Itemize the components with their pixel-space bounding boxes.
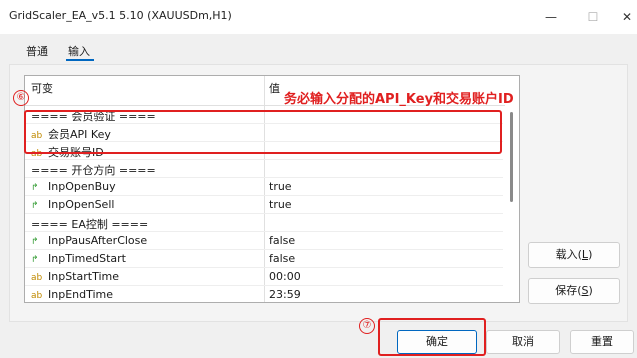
parameter-name-text: InpEndTime bbox=[48, 288, 114, 301]
load-button-label: 载入 bbox=[555, 248, 578, 261]
load-button[interactable]: 载入(L) bbox=[528, 242, 620, 268]
boolean-type-icon: ↱ bbox=[31, 183, 39, 193]
save-button-label: 保存 bbox=[555, 284, 578, 297]
parameter-value[interactable]: false bbox=[269, 252, 295, 265]
parameter-name: ↱ InpOpenBuy bbox=[31, 180, 116, 193]
parameter-name: ↱ InpOpenSell bbox=[31, 198, 114, 211]
parameter-name-text: InpStartTime bbox=[48, 270, 119, 283]
boolean-type-icon: ↱ bbox=[31, 255, 39, 265]
string-type-icon: ab bbox=[31, 291, 43, 301]
tab-common[interactable]: 普通 bbox=[26, 43, 48, 59]
cancel-button[interactable]: 取消 bbox=[486, 330, 560, 354]
parameter-name-text: ==== 开仓方向 ==== bbox=[31, 164, 156, 177]
table-row[interactable]: ==== EA控制 ==== bbox=[25, 214, 503, 232]
table-row[interactable]: ==== 开仓方向 ==== bbox=[25, 160, 503, 178]
parameter-value[interactable]: 00:00 bbox=[269, 270, 301, 283]
parameter-name: ==== EA控制 ==== bbox=[31, 216, 148, 232]
parameter-value[interactable]: true bbox=[269, 180, 292, 193]
table-row[interactable]: ↱ InpOpenBuy true bbox=[25, 178, 503, 196]
table-row[interactable]: ↱ InpPausAfterClose false bbox=[25, 232, 503, 250]
parameter-name-text: InpTimedStart bbox=[48, 252, 126, 265]
parameter-value[interactable]: false bbox=[269, 234, 295, 247]
tab-inputs[interactable]: 输入 bbox=[68, 43, 90, 59]
annotation-highlight-fields bbox=[24, 110, 502, 154]
table-row[interactable]: ab InpEndTime 23:59 bbox=[25, 286, 503, 302]
boolean-type-icon: ↱ bbox=[31, 237, 39, 247]
save-button[interactable]: 保存(S) bbox=[528, 278, 620, 304]
column-header-value[interactable]: 值 bbox=[269, 80, 280, 96]
minimize-icon[interactable]: — bbox=[536, 6, 566, 28]
tab-bar: 普通 输入 bbox=[0, 34, 637, 64]
parameter-value[interactable]: true bbox=[269, 198, 292, 211]
parameter-value[interactable]: 23:59 bbox=[269, 288, 301, 301]
parameter-name: ↱ InpPausAfterClose bbox=[31, 234, 147, 247]
scrollbar-thumb[interactable] bbox=[510, 112, 513, 202]
parameter-name-text: ==== EA控制 ==== bbox=[31, 218, 149, 231]
active-tab-indicator bbox=[66, 59, 94, 61]
title-bar: GridScaler_EA_v5.1 5.10 (XAUUSDm,H1) — ☐… bbox=[0, 0, 637, 34]
annotation-highlight-ok bbox=[378, 318, 486, 356]
annotation-instruction: 务必输入分配的API_Key和交易账户ID bbox=[284, 92, 514, 107]
table-row[interactable]: ↱ InpOpenSell true bbox=[25, 196, 503, 214]
column-header-variable[interactable]: 可变 bbox=[31, 80, 53, 96]
save-button-accesskey: S bbox=[581, 284, 589, 297]
parameter-name: ab InpStartTime bbox=[31, 270, 119, 283]
annotation-step-7: ⑦ bbox=[359, 318, 375, 334]
parameter-name: ==== 开仓方向 ==== bbox=[31, 162, 156, 178]
parameter-name-text: InpOpenBuy bbox=[48, 180, 116, 193]
annotation-step-6: ⑥ bbox=[13, 90, 29, 106]
maximize-icon[interactable]: ☐ bbox=[578, 6, 608, 28]
parameter-name-text: InpPausAfterClose bbox=[48, 234, 148, 247]
parameter-name: ab InpEndTime bbox=[31, 288, 113, 301]
table-row[interactable]: ↱ InpTimedStart false bbox=[25, 250, 503, 268]
table-row[interactable]: ab InpStartTime 00:00 bbox=[25, 268, 503, 286]
load-button-accesskey: L bbox=[581, 248, 589, 261]
parameter-name-text: InpOpenSell bbox=[48, 198, 115, 211]
close-icon[interactable]: ✕ bbox=[612, 6, 637, 28]
reset-button[interactable]: 重置 bbox=[570, 330, 634, 354]
string-type-icon: ab bbox=[31, 273, 43, 283]
window-title: GridScaler_EA_v5.1 5.10 (XAUUSDm,H1) bbox=[9, 9, 232, 22]
parameter-name: ↱ InpTimedStart bbox=[31, 252, 126, 265]
boolean-type-icon: ↱ bbox=[31, 201, 39, 211]
vertical-scrollbar[interactable] bbox=[505, 76, 519, 302]
